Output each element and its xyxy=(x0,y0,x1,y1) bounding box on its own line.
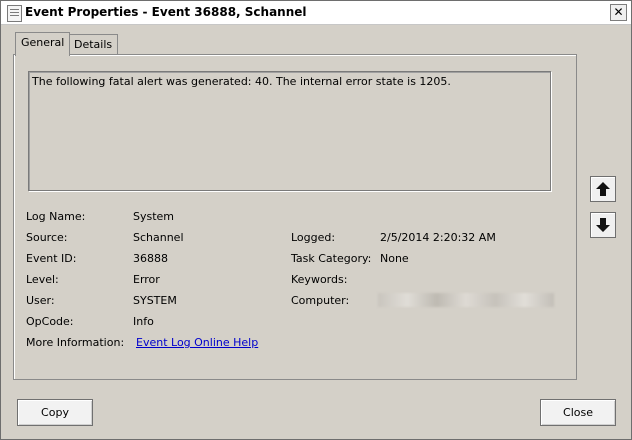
opcode-label: OpCode: xyxy=(26,315,74,328)
task-category-label: Task Category: xyxy=(291,252,372,265)
previous-event-button[interactable] xyxy=(590,176,616,202)
close-icon: ✕ xyxy=(613,5,624,19)
keywords-label: Keywords: xyxy=(291,273,348,286)
computer-label: Computer: xyxy=(291,294,350,307)
event-message-box[interactable]: The following fatal alert was generated:… xyxy=(28,71,551,191)
user-label: User: xyxy=(26,294,55,307)
more-information-label: More Information: xyxy=(26,336,125,349)
event-id-label: Event ID: xyxy=(26,252,77,265)
arrow-down-icon xyxy=(596,218,610,232)
general-tab-panel: The following fatal alert was generated:… xyxy=(13,54,577,380)
logged-value: 2/5/2014 2:20:32 AM xyxy=(380,231,496,244)
event-properties-window: Event Properties - Event 36888, Schannel… xyxy=(0,0,632,440)
tab-details[interactable]: Details xyxy=(68,34,119,54)
close-window-button[interactable]: ✕ xyxy=(610,4,627,21)
title-bar[interactable]: Event Properties - Event 36888, Schannel… xyxy=(1,1,631,25)
copy-button[interactable]: Copy xyxy=(17,399,93,426)
logged-label: Logged: xyxy=(291,231,336,244)
opcode-value: Info xyxy=(133,315,154,328)
event-log-online-help-link[interactable]: Event Log Online Help xyxy=(136,336,258,349)
tab-general[interactable]: General xyxy=(15,32,71,56)
computer-value-redacted xyxy=(378,293,554,307)
arrow-up-icon xyxy=(596,182,610,196)
source-value: Schannel xyxy=(133,231,184,244)
source-label: Source: xyxy=(26,231,68,244)
next-event-button[interactable] xyxy=(590,212,616,238)
log-name-label: Log Name: xyxy=(26,210,86,223)
level-value: Error xyxy=(133,273,160,286)
close-button[interactable]: Close xyxy=(540,399,616,426)
user-value: SYSTEM xyxy=(133,294,177,307)
event-viewer-icon xyxy=(7,5,22,22)
level-label: Level: xyxy=(26,273,59,286)
event-id-value: 36888 xyxy=(133,252,168,265)
event-message-text: The following fatal alert was generated:… xyxy=(32,75,451,88)
window-title: Event Properties - Event 36888, Schannel xyxy=(25,5,307,19)
task-category-value: None xyxy=(380,252,409,265)
log-name-value: System xyxy=(133,210,175,223)
